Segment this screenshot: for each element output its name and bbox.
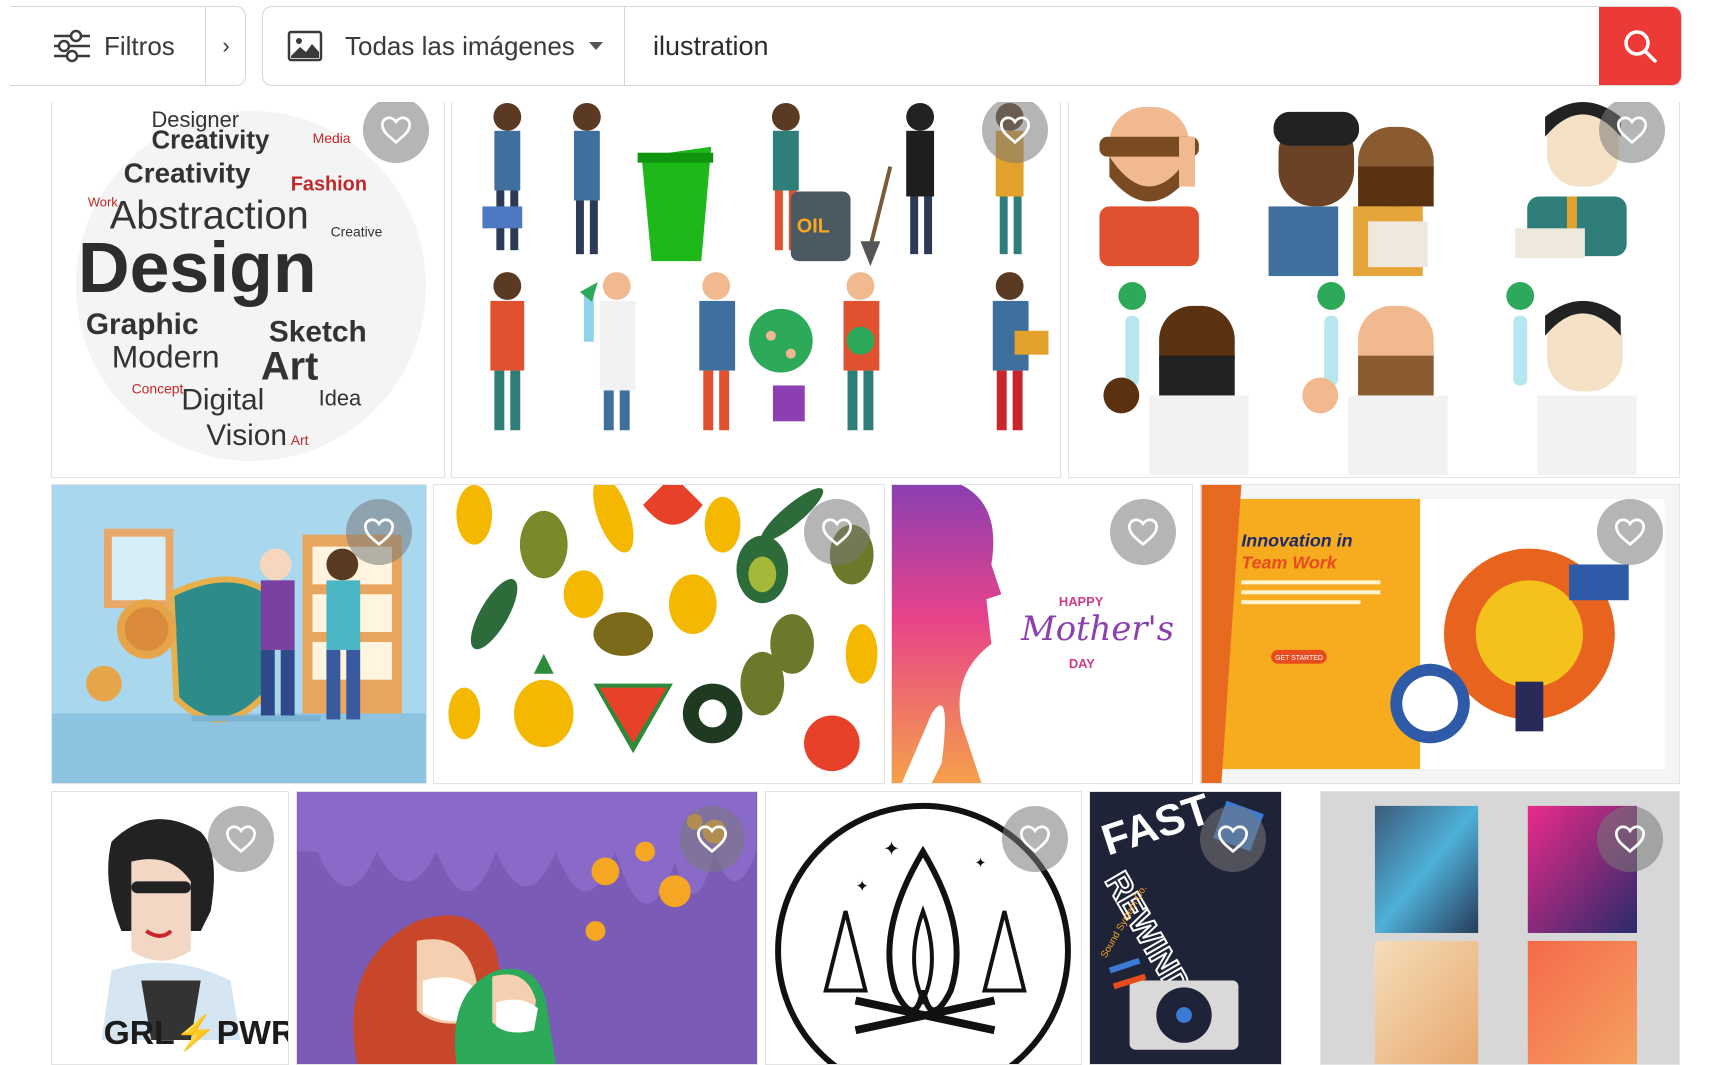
search-icon (1624, 30, 1657, 63)
result-tile-design-word-cloud[interactable]: Designer Creativity Creativity Fashion A… (51, 96, 445, 478)
mothers-day-happy: HAPPY (1059, 594, 1104, 609)
result-tile-people-workers[interactable]: OIL (451, 96, 1061, 478)
svg-text:Media: Media (313, 130, 351, 146)
result-tile-gradient-covers[interactable] (1320, 791, 1680, 1065)
svg-text:Vision: Vision (206, 419, 287, 452)
favorite-button[interactable] (804, 499, 870, 565)
result-tile-virus-shield[interactable] (51, 484, 427, 784)
svg-text:Creative: Creative (331, 223, 383, 239)
svg-text:✦: ✦ (856, 876, 869, 895)
innovation-title-line1: Innovation in (1241, 531, 1352, 551)
men-plants-illustration (1099, 101, 1637, 476)
sliders-icon (54, 29, 90, 63)
result-tile-mothers-day[interactable]: HAPPY Mother's DAY (891, 484, 1193, 784)
filters-expand-chevron-icon[interactable]: › (206, 7, 246, 85)
search-button[interactable] (1599, 7, 1681, 85)
favorite-button[interactable] (363, 97, 429, 163)
svg-text:Concept: Concept (132, 380, 184, 396)
result-tile-grl-pwr[interactable]: GRL⚡PWR (51, 791, 289, 1065)
heart-icon (363, 518, 395, 547)
heart-icon (999, 116, 1031, 145)
heart-icon (696, 825, 728, 854)
heart-icon (1614, 825, 1646, 854)
word-inspiration: Creativity (152, 127, 270, 155)
heart-icon (225, 825, 257, 854)
svg-text:✦: ✦ (883, 838, 900, 861)
mothers-day-day: DAY (1069, 656, 1095, 671)
image-type-label: Todas las imágenes (345, 30, 575, 61)
filters-label: Filtros (104, 30, 175, 61)
results-grid: Designer Creativity Creativity Fashion A… (0, 0, 1709, 1065)
favorite-button[interactable] (982, 97, 1048, 163)
favorite-button[interactable] (1597, 806, 1663, 872)
innovation-title-line2: Team Work (1241, 552, 1337, 572)
heart-icon (380, 116, 412, 145)
fast-text: FAST (1096, 792, 1217, 865)
result-tile-innovation-team-work[interactable]: Innovation in Team Work GET STARTED (1200, 484, 1680, 784)
filters-button[interactable]: Filtros (10, 7, 206, 85)
svg-text:Art: Art (291, 432, 309, 448)
oil-sign: OIL (797, 215, 830, 237)
svg-text:Digital: Digital (181, 383, 264, 416)
result-tile-bearded-men-plants[interactable] (1068, 96, 1680, 478)
favorite-button[interactable] (208, 806, 274, 872)
workers-illustration: OIL (482, 102, 1049, 431)
svg-text:Fashion: Fashion (291, 174, 367, 196)
svg-text:✦: ✦ (975, 855, 987, 871)
heart-icon (1127, 518, 1159, 547)
favorite-button[interactable] (1110, 499, 1176, 565)
svg-text:Modern: Modern (112, 339, 220, 375)
favorite-button[interactable] (1597, 499, 1663, 565)
word-creativity: Creativity (124, 158, 251, 189)
result-tile-fruits-vegetables[interactable] (433, 484, 885, 784)
heart-icon (821, 518, 853, 547)
favorite-button[interactable] (346, 499, 412, 565)
svg-text:Graphic: Graphic (86, 308, 199, 341)
svg-text:Work: Work (88, 194, 118, 209)
search-toolbar: Filtros › Todas las imágenes (0, 0, 1709, 102)
image-type-dropdown[interactable]: Todas las imágenes (263, 7, 625, 85)
heart-icon (1614, 518, 1646, 547)
svg-text:Art: Art (261, 345, 318, 389)
grl-pwr-text: GRL⚡PWR (104, 1013, 288, 1053)
favorite-button[interactable] (1002, 806, 1068, 872)
result-tile-masks-purple[interactable] (296, 791, 758, 1065)
caret-down-icon (588, 42, 603, 50)
mothers-day-title: Mother's (1020, 609, 1174, 648)
favorite-button[interactable] (1599, 97, 1665, 163)
innovation-cta: GET STARTED (1275, 655, 1323, 662)
result-tile-fast-rewind[interactable]: FAST REWIND Sound System Co. (1089, 791, 1282, 1065)
favorite-button[interactable] (679, 806, 745, 872)
heart-icon (1217, 825, 1249, 854)
search-group: Todas las imágenes (262, 6, 1682, 86)
result-tile-campfire-badge[interactable]: ✦ ✦ ✦ (765, 791, 1082, 1065)
favorite-button[interactable] (1200, 806, 1266, 872)
heart-icon (1019, 825, 1051, 854)
image-icon (287, 30, 323, 62)
search-input[interactable] (625, 7, 1593, 85)
heart-icon (1616, 116, 1648, 145)
svg-text:Idea: Idea (319, 385, 362, 410)
filters-group: Filtros › (10, 6, 246, 86)
word-design: Design (78, 228, 317, 308)
